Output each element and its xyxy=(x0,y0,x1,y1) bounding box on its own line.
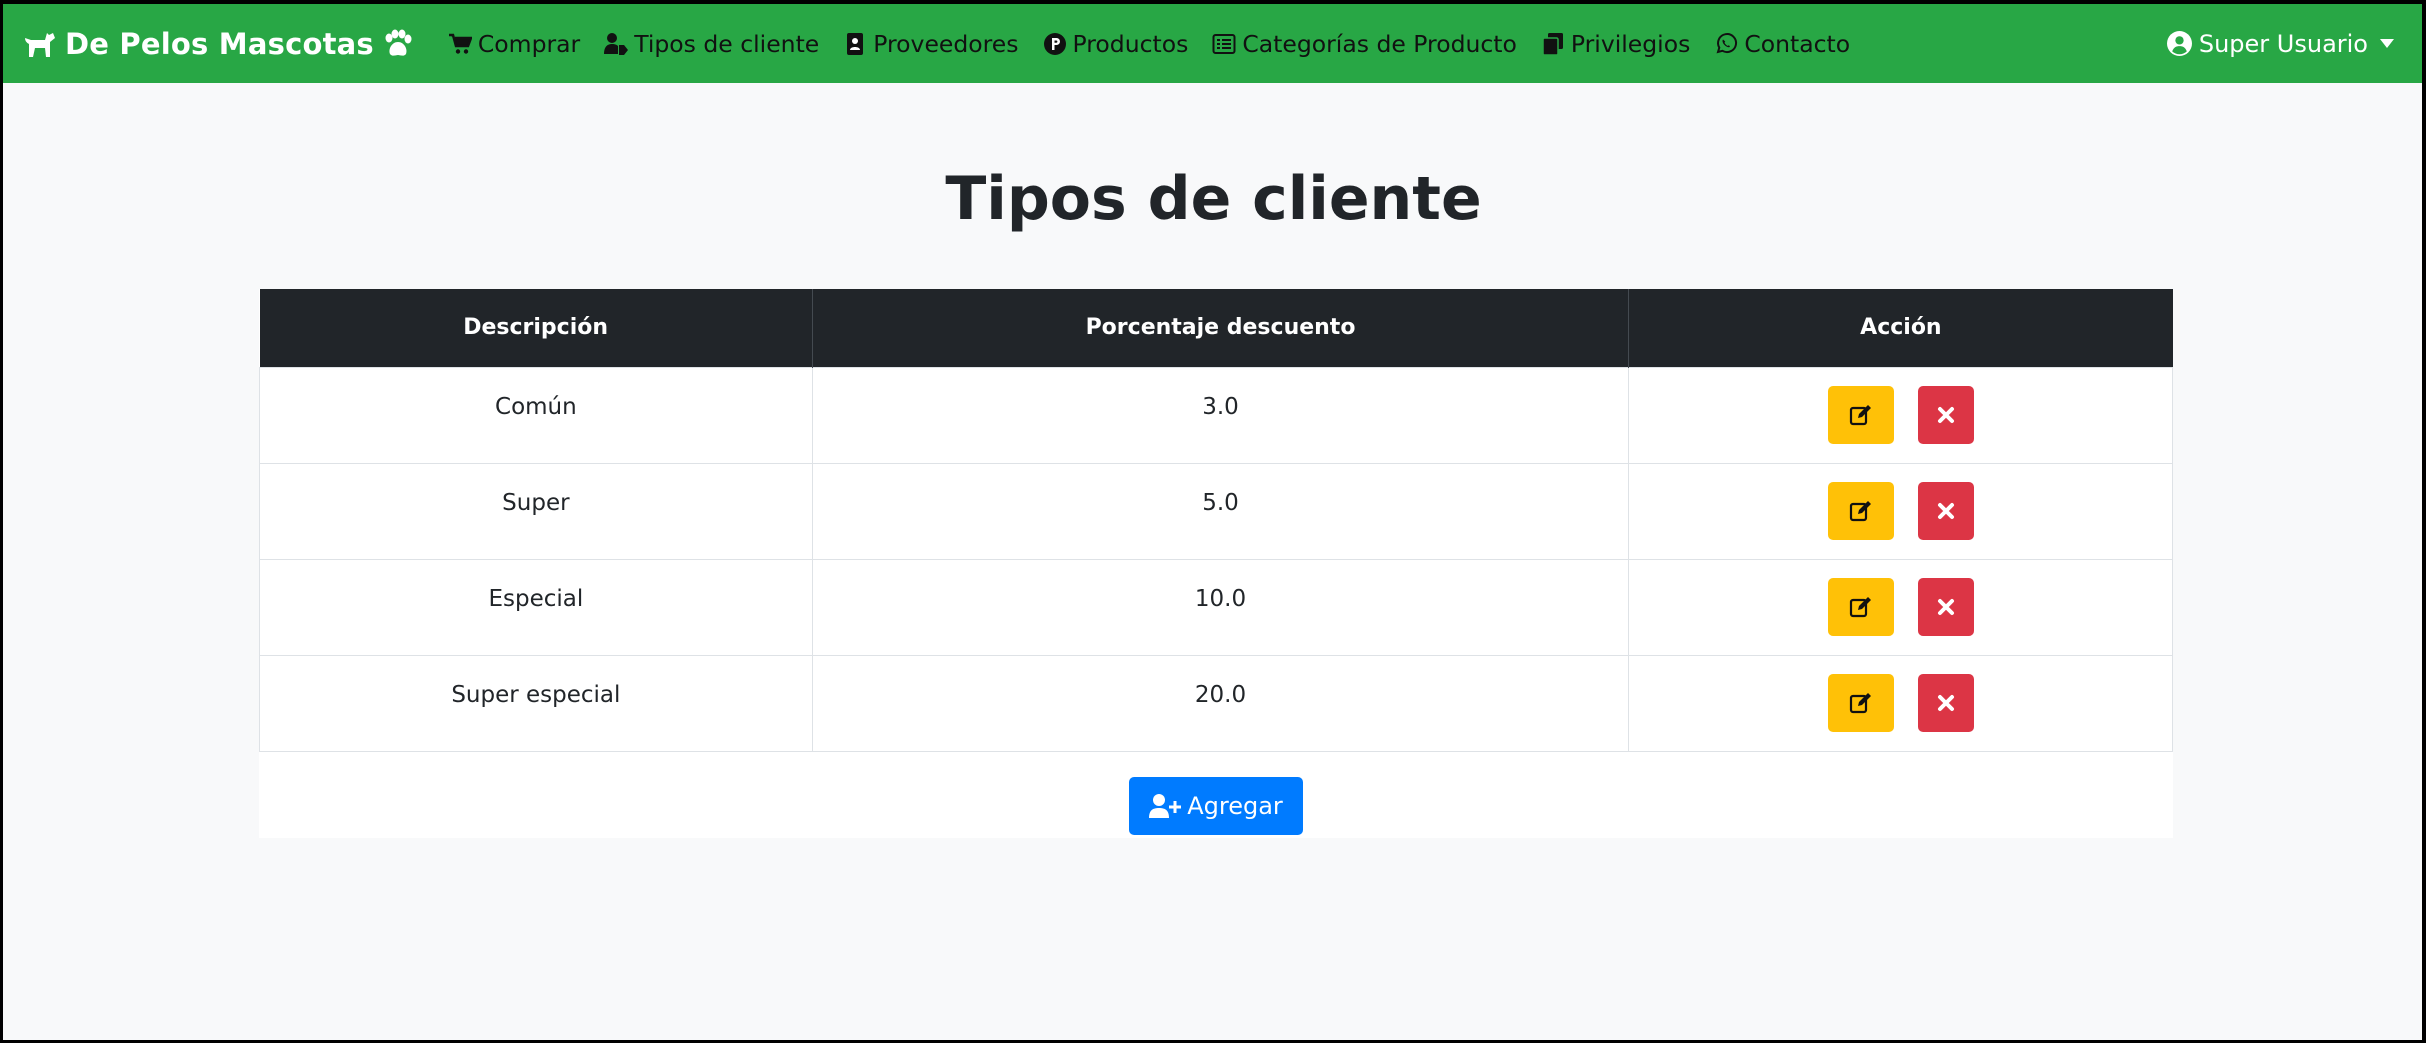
delete-button[interactable] xyxy=(1917,481,1974,540)
app-window: De Pelos Mascotas Comprar Tipos de clien… xyxy=(2,3,2423,1041)
user-circle-icon xyxy=(2166,31,2192,56)
times-icon xyxy=(1937,406,1954,423)
cell-actions xyxy=(1628,654,2173,752)
user-dropdown-toggle[interactable]: Super Usuario xyxy=(2166,4,2394,83)
nav-item-label: Tipos de cliente xyxy=(634,29,820,58)
page-title: Tipos de cliente xyxy=(945,164,1482,234)
times-icon xyxy=(1937,694,1954,711)
cell-porcentaje: 5.0 xyxy=(811,462,1630,560)
table-header-row: Descripción Porcentaje descuento Acción xyxy=(259,289,2173,367)
edit-icon xyxy=(1849,404,1871,425)
cart-icon xyxy=(448,33,472,54)
table-row: Super 5.0 xyxy=(259,462,2173,560)
dog-icon xyxy=(25,32,55,57)
edit-icon xyxy=(1849,692,1871,713)
caret-down-icon xyxy=(2380,39,2394,48)
header-accion: Acción xyxy=(1628,289,2173,367)
times-icon xyxy=(1937,502,1954,519)
add-button-container: Agregar xyxy=(259,776,2173,835)
product-hunt-icon xyxy=(1043,32,1066,55)
nav-item-privilegios[interactable]: Privilegios xyxy=(1541,30,1690,58)
edit-button[interactable] xyxy=(1827,673,1894,732)
paw-icon xyxy=(385,29,412,56)
delete-button[interactable] xyxy=(1917,577,1974,636)
cell-actions xyxy=(1628,366,2173,464)
user-tag-icon xyxy=(604,32,629,55)
delete-button[interactable] xyxy=(1917,673,1974,732)
nav-item-proveedores[interactable]: Proveedores xyxy=(843,29,1019,58)
nav-item-contacto[interactable]: Contacto xyxy=(1714,30,1850,58)
table-row: Especial 10.0 xyxy=(259,558,2173,656)
cell-actions xyxy=(1628,558,2173,656)
cell-porcentaje: 10.0 xyxy=(811,558,1630,656)
address-book-icon xyxy=(847,32,864,55)
table-row: Común 3.0 xyxy=(259,366,2173,464)
table-panel: Descripción Porcentaje descuento Acción … xyxy=(259,289,2173,838)
brand-link[interactable]: De Pelos Mascotas xyxy=(23,27,414,61)
cell-descripcion: Super xyxy=(259,462,813,560)
times-icon xyxy=(1937,598,1954,615)
header-porcentaje: Porcentaje descuento xyxy=(812,289,1630,367)
nav-item-categorias[interactable]: Categorías de Producto xyxy=(1212,30,1517,58)
nav-item-label: Proveedores xyxy=(873,29,1019,58)
add-button-label: Agregar xyxy=(1187,791,1283,820)
cell-porcentaje: 20.0 xyxy=(811,654,1630,752)
copy-icon xyxy=(1542,32,1563,56)
table-row: Super especial 20.0 xyxy=(259,654,2173,752)
nav-item-label: Comprar xyxy=(477,29,581,58)
client-types-table: Descripción Porcentaje descuento Acción … xyxy=(259,289,2173,752)
edit-button[interactable] xyxy=(1827,385,1894,444)
delete-button[interactable] xyxy=(1917,385,1974,444)
nav-item-label: Categorías de Producto xyxy=(1242,29,1517,58)
nav-item-label: Privilegios xyxy=(1570,29,1691,58)
cell-actions xyxy=(1628,462,2173,560)
cell-descripcion: Super especial xyxy=(259,654,813,752)
nav-item-productos[interactable]: Productos xyxy=(1043,29,1189,58)
cell-descripcion: Común xyxy=(259,366,813,464)
nav-menu: Comprar Tipos de cliente Proveedores Pro… xyxy=(448,30,1874,58)
nav-item-label: Contacto xyxy=(1744,29,1851,58)
edit-icon xyxy=(1849,596,1871,617)
nav-item-tipos-de-cliente[interactable]: Tipos de cliente xyxy=(604,30,819,58)
top-navbar: De Pelos Mascotas Comprar Tipos de clien… xyxy=(3,4,2422,83)
whatsapp-icon xyxy=(1716,32,1738,53)
user-plus-icon xyxy=(1149,793,1182,818)
add-button[interactable]: Agregar xyxy=(1129,776,1303,835)
user-name: Super Usuario xyxy=(2198,29,2368,58)
cell-descripcion: Especial xyxy=(259,558,813,656)
header-descripcion: Descripción xyxy=(259,289,813,367)
nav-item-comprar[interactable]: Comprar xyxy=(448,30,580,58)
edit-button[interactable] xyxy=(1827,481,1894,540)
nav-item-label: Productos xyxy=(1072,29,1189,58)
edit-icon xyxy=(1849,500,1871,521)
edit-button[interactable] xyxy=(1827,577,1894,636)
cell-porcentaje: 3.0 xyxy=(811,366,1630,464)
brand-name: De Pelos Mascotas xyxy=(65,26,374,61)
list-alt-icon xyxy=(1212,33,1236,54)
